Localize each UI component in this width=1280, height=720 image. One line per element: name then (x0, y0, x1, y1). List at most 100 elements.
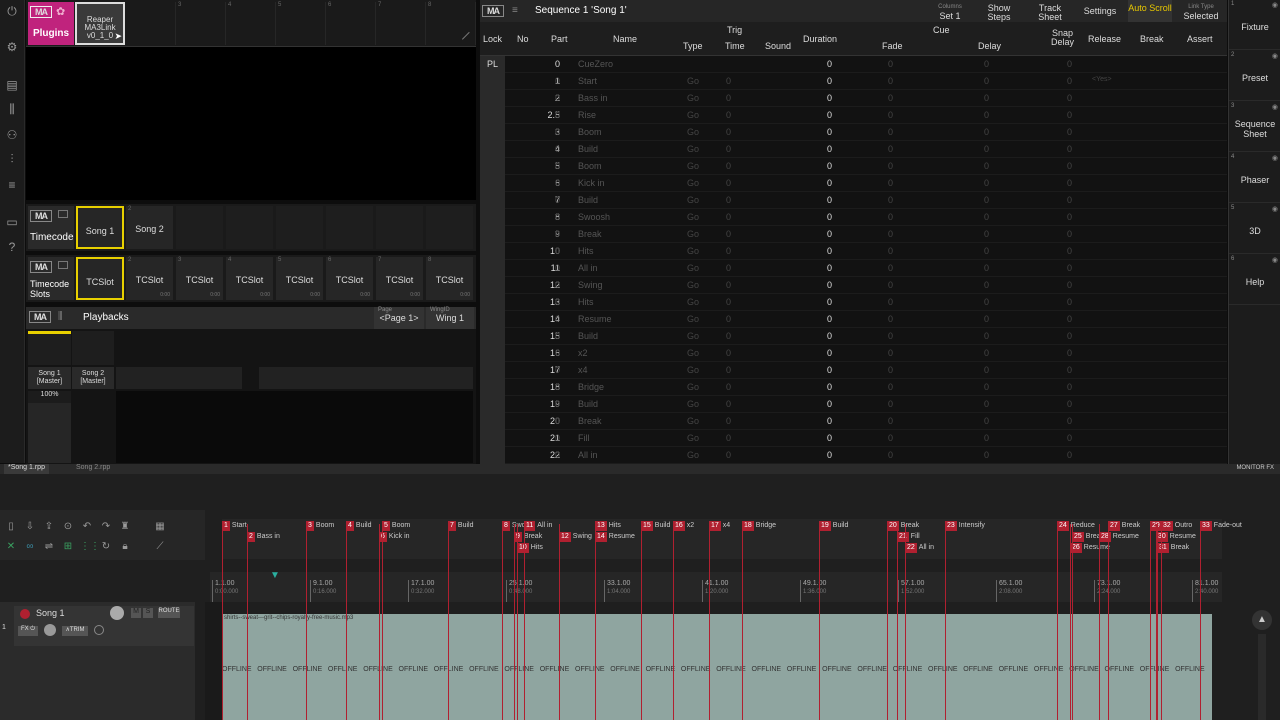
marker-15[interactable]: 15 Build (641, 521, 670, 531)
playhead-icon[interactable]: ▼ (270, 570, 280, 581)
cue-type[interactable]: Go (687, 110, 699, 120)
cue-type[interactable]: Go (687, 144, 699, 154)
marker-11[interactable]: 11 All in (524, 521, 552, 531)
cue-time[interactable]: 0 (726, 93, 731, 103)
tab-song-1[interactable]: *Song 1.rpp (4, 464, 49, 474)
cue-name[interactable]: Build (578, 399, 598, 409)
cue-dur[interactable]: 0 (800, 144, 832, 154)
cue-lock[interactable] (480, 447, 505, 464)
cue-time[interactable]: 0 (726, 229, 731, 239)
tcslot-3[interactable]: 3 TCSlot 0:00 (176, 257, 224, 300)
undo-icon[interactable]: ↶ (80, 520, 94, 534)
cue-name[interactable]: Boom (578, 127, 602, 137)
marker-5[interactable]: 5 Boom (382, 521, 410, 531)
marker-30[interactable]: 30 Resume (1156, 532, 1196, 542)
cue-snap[interactable]: 0 (1067, 331, 1072, 341)
cue-fade[interactable]: 0 (888, 348, 893, 358)
cue-time[interactable]: 0 (726, 161, 731, 171)
faders-icon[interactable]: ⫼ (5, 102, 19, 116)
timecode-song-1[interactable]: Song 1 (76, 206, 124, 249)
marker-22[interactable]: 22 All in (905, 543, 934, 553)
cue-time[interactable]: 0 (726, 127, 731, 137)
col-delay[interactable]: Delay (978, 41, 1001, 51)
cue-type[interactable]: Go (687, 212, 699, 222)
cue-snap[interactable]: 0 (1067, 263, 1072, 273)
timecode-empty-slot[interactable] (226, 206, 274, 249)
cue-time[interactable]: 0 (726, 246, 731, 256)
cue-name[interactable]: Swing (578, 280, 603, 290)
col-duration[interactable]: Duration (803, 34, 837, 44)
cue-name[interactable]: All in (578, 263, 598, 273)
cue-lock[interactable] (480, 107, 505, 124)
cue-type[interactable]: Go (687, 365, 699, 375)
ripple-icon[interactable]: ✕ (4, 540, 18, 554)
cue-part[interactable]: 0 (555, 348, 560, 358)
cue-time[interactable]: 0 (726, 76, 731, 86)
marker-2[interactable]: 2 Bass in (247, 532, 280, 542)
cue-dur[interactable]: 0 (800, 195, 832, 205)
cue-time[interactable]: 0 (726, 450, 731, 460)
cue-part[interactable]: 0 (555, 127, 560, 137)
col-no[interactable]: No (517, 34, 529, 44)
marker-32[interactable]: 32 Outro (1161, 521, 1192, 531)
cue-snap[interactable]: 0 (1067, 212, 1072, 222)
cue-snap[interactable]: 0 (1067, 365, 1072, 375)
cue-row[interactable]: 18 0 Bridge Go 0 0 0 0 0 (480, 379, 1227, 396)
cue-dur[interactable]: 0 (800, 399, 832, 409)
fx-button[interactable]: FX ⏻ (18, 626, 38, 636)
grid-icon[interactable]: ▦ (153, 520, 167, 534)
cue-no[interactable]: 4 (508, 144, 560, 154)
cue-name[interactable]: Build (578, 331, 598, 341)
cue-name[interactable]: Fill (578, 433, 590, 443)
view-phaser-button[interactable]: 4 ◉ Phaser (1229, 153, 1280, 203)
link-icon[interactable]: ∞ (23, 540, 37, 554)
user-icon[interactable]: ⚇ (5, 128, 19, 142)
cue-name[interactable]: Bridge (578, 382, 604, 392)
cue-type[interactable]: Go (687, 331, 699, 341)
cue-type[interactable]: Go (687, 399, 699, 409)
cue-delay[interactable]: 0 (984, 297, 989, 307)
cue-part[interactable]: 0 (555, 229, 560, 239)
cue-type[interactable]: Go (687, 229, 699, 239)
cue-type[interactable]: Go (687, 93, 699, 103)
cue-name[interactable]: Start (578, 76, 597, 86)
cue-time[interactable]: 0 (726, 195, 731, 205)
page-selector[interactable]: Page <Page 1> (374, 307, 424, 329)
tcslot-6[interactable]: 6 TCSlot 0:00 (326, 257, 374, 300)
book-icon[interactable]: ▤ (5, 78, 19, 92)
view-sequence-sheet-button[interactable]: 3 ◉ Sequence Sheet (1229, 102, 1280, 152)
cue-part[interactable]: 0 (555, 314, 560, 324)
record-arm-icon[interactable] (20, 609, 30, 619)
marker-28[interactable]: 28 Resume (1099, 532, 1139, 542)
cue-snap[interactable]: 0 (1067, 195, 1072, 205)
view-3d-button[interactable]: 5 ◉ 3D (1229, 204, 1280, 254)
executor-song-1[interactable]: Song 1 [Master] (28, 367, 71, 389)
show-steps-button[interactable]: Show Steps (978, 0, 1020, 22)
cue-lock[interactable] (480, 90, 505, 107)
marker-1[interactable]: 1 Start (222, 521, 247, 531)
cue-row[interactable]: 6 0 Kick in Go 0 0 0 0 0 (480, 175, 1227, 192)
track-sheet-button[interactable]: Track Sheet (1028, 0, 1072, 22)
tcslot-5[interactable]: 5 TCSlot 0:00 (276, 257, 324, 300)
vertical-scrollbar[interactable] (1258, 634, 1266, 720)
cue-time[interactable]: 0 (726, 314, 731, 324)
cue-no[interactable]: 5 (508, 161, 560, 171)
settings-icon[interactable]: ⊙ (61, 520, 75, 534)
cue-lock[interactable] (480, 124, 505, 141)
cue-delay[interactable]: 0 (984, 195, 989, 205)
cue-lock[interactable] (480, 311, 505, 328)
plugin-slot[interactable]: 3 (176, 2, 226, 45)
executor-mini-1[interactable] (28, 331, 71, 365)
cue-name[interactable]: Boom (578, 161, 602, 171)
cue-fade[interactable]: 0 (888, 110, 893, 120)
phase-icon[interactable] (94, 625, 104, 635)
timecode-song-2[interactable]: 2 Song 2 (126, 206, 174, 249)
cue-dur[interactable]: 0 (800, 297, 832, 307)
cue-row[interactable]: PL 0 CueZero 0 0 0 0 (480, 56, 1227, 73)
marker-26[interactable]: 26 Resume (1070, 543, 1110, 553)
cue-name[interactable]: Swoosh (578, 212, 610, 222)
cue-rel[interactable]: <Yes> (1092, 76, 1112, 83)
cue-part[interactable]: 0 (555, 433, 560, 443)
snap-icon[interactable]: ⊞ (61, 540, 75, 554)
cue-type[interactable]: Go (687, 416, 699, 426)
